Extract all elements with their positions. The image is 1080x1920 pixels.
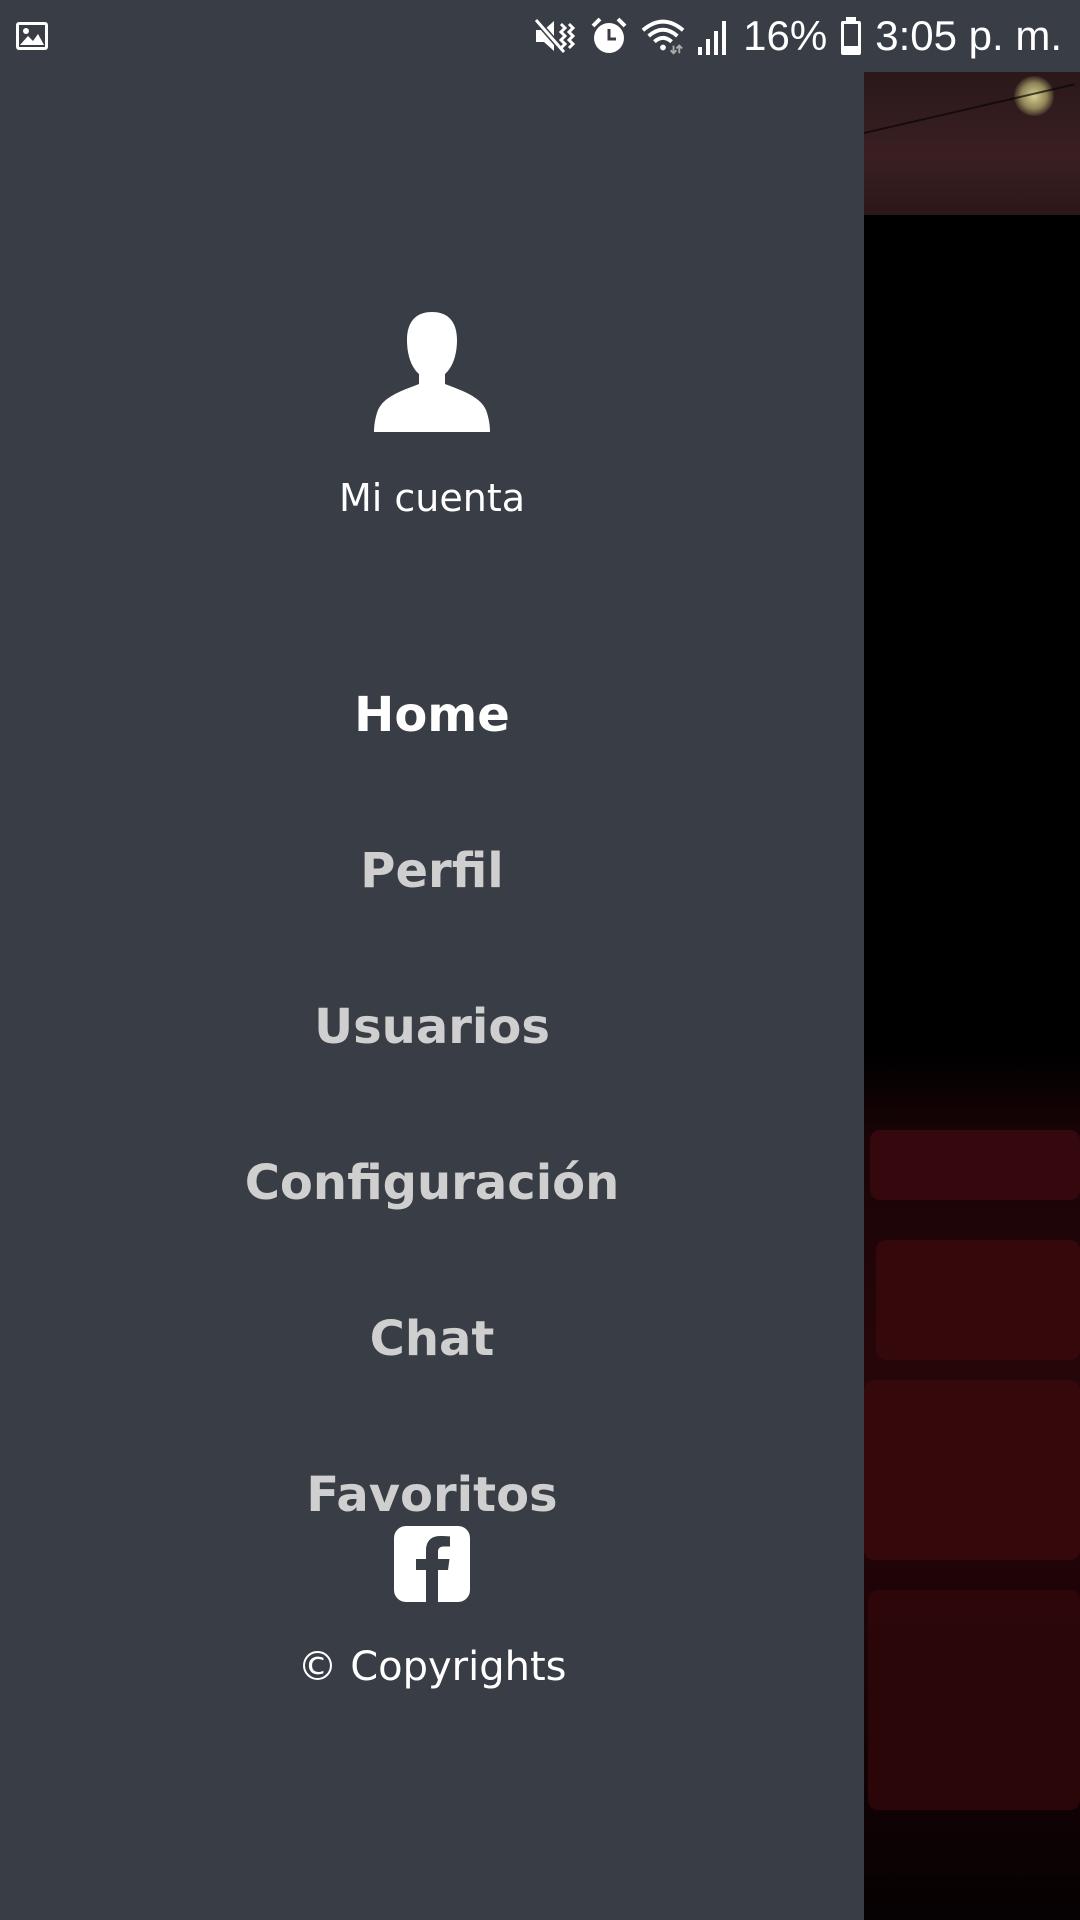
status-bar: 16% 3:05 p. m. — [0, 0, 1080, 72]
seat-row — [864, 1380, 1080, 1560]
image-icon — [14, 18, 50, 54]
navigation-drawer: Mi cuenta Home Perfil Usuarios Configura… — [0, 72, 864, 1920]
signal-icon — [695, 14, 733, 58]
screen: 16% 3:05 p. m. Mi cuenta Home Perfil Usu… — [0, 0, 1080, 1920]
battery-percentage: 16% — [743, 12, 828, 59]
background-top-image — [863, 72, 1080, 215]
theater-seats-image — [864, 1050, 1080, 1920]
menu-item-perfil[interactable]: Perfil — [0, 793, 864, 949]
facebook-icon[interactable] — [394, 1526, 470, 1602]
seat-row — [876, 1240, 1080, 1360]
user-avatar-icon[interactable] — [374, 310, 490, 432]
menu-item-chat[interactable]: Chat — [0, 1261, 864, 1417]
mute-icon — [533, 14, 577, 58]
copyright-text: © Copyrights — [297, 1644, 567, 1690]
account-section[interactable]: Mi cuenta — [0, 310, 864, 520]
battery-icon — [837, 14, 865, 58]
menu-item-usuarios[interactable]: Usuarios — [0, 949, 864, 1105]
alarm-icon — [587, 14, 631, 58]
wifi-icon — [641, 14, 685, 58]
clock-time: 3:05 p. m. — [875, 12, 1062, 59]
status-indicators: 16% 3:05 p. m. — [533, 0, 1062, 72]
menu-item-configuracion[interactable]: Configuración — [0, 1105, 864, 1261]
seat-row — [868, 1590, 1080, 1810]
menu-item-home[interactable]: Home — [0, 637, 864, 793]
account-label[interactable]: Mi cuenta — [0, 476, 864, 520]
drawer-footer: © Copyrights — [0, 1526, 864, 1690]
drawer-menu: Home Perfil Usuarios Configuración Chat … — [0, 637, 864, 1573]
seat-row — [870, 1130, 1080, 1200]
